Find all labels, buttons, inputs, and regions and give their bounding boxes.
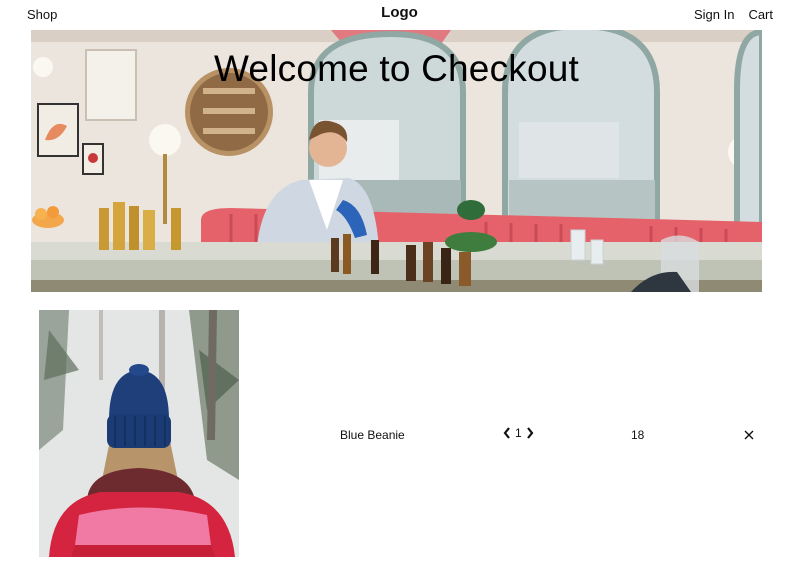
chevron-right-icon[interactable] — [526, 427, 534, 439]
nav-cart-link[interactable]: Cart — [748, 7, 773, 22]
cart-item-image — [39, 310, 239, 557]
blue-beanie-photo — [39, 310, 239, 557]
hero-banner: Welcome to Checkout — [31, 30, 762, 292]
checkout-page: Shop Logo Sign In Cart Welcome to Checko… — [0, 0, 799, 567]
logo-text[interactable]: Logo — [381, 4, 418, 21]
close-icon[interactable] — [742, 428, 756, 442]
hero-title: Welcome to Checkout — [213, 48, 580, 89]
cart-item-price: 18 — [631, 428, 645, 442]
chevron-left-icon[interactable] — [503, 427, 511, 439]
nav-shop-link[interactable]: Shop — [27, 7, 57, 22]
logo: Logo — [0, 4, 799, 21]
header-right-nav: Sign In Cart — [694, 7, 773, 22]
quantity-value: 1 — [515, 426, 522, 440]
quantity-stepper: 1 — [503, 426, 534, 440]
nav-sign-in-link[interactable]: Sign In — [694, 7, 734, 22]
cart-item-name: Blue Beanie — [340, 428, 405, 442]
site-header: Shop Logo Sign In Cart — [0, 0, 799, 30]
